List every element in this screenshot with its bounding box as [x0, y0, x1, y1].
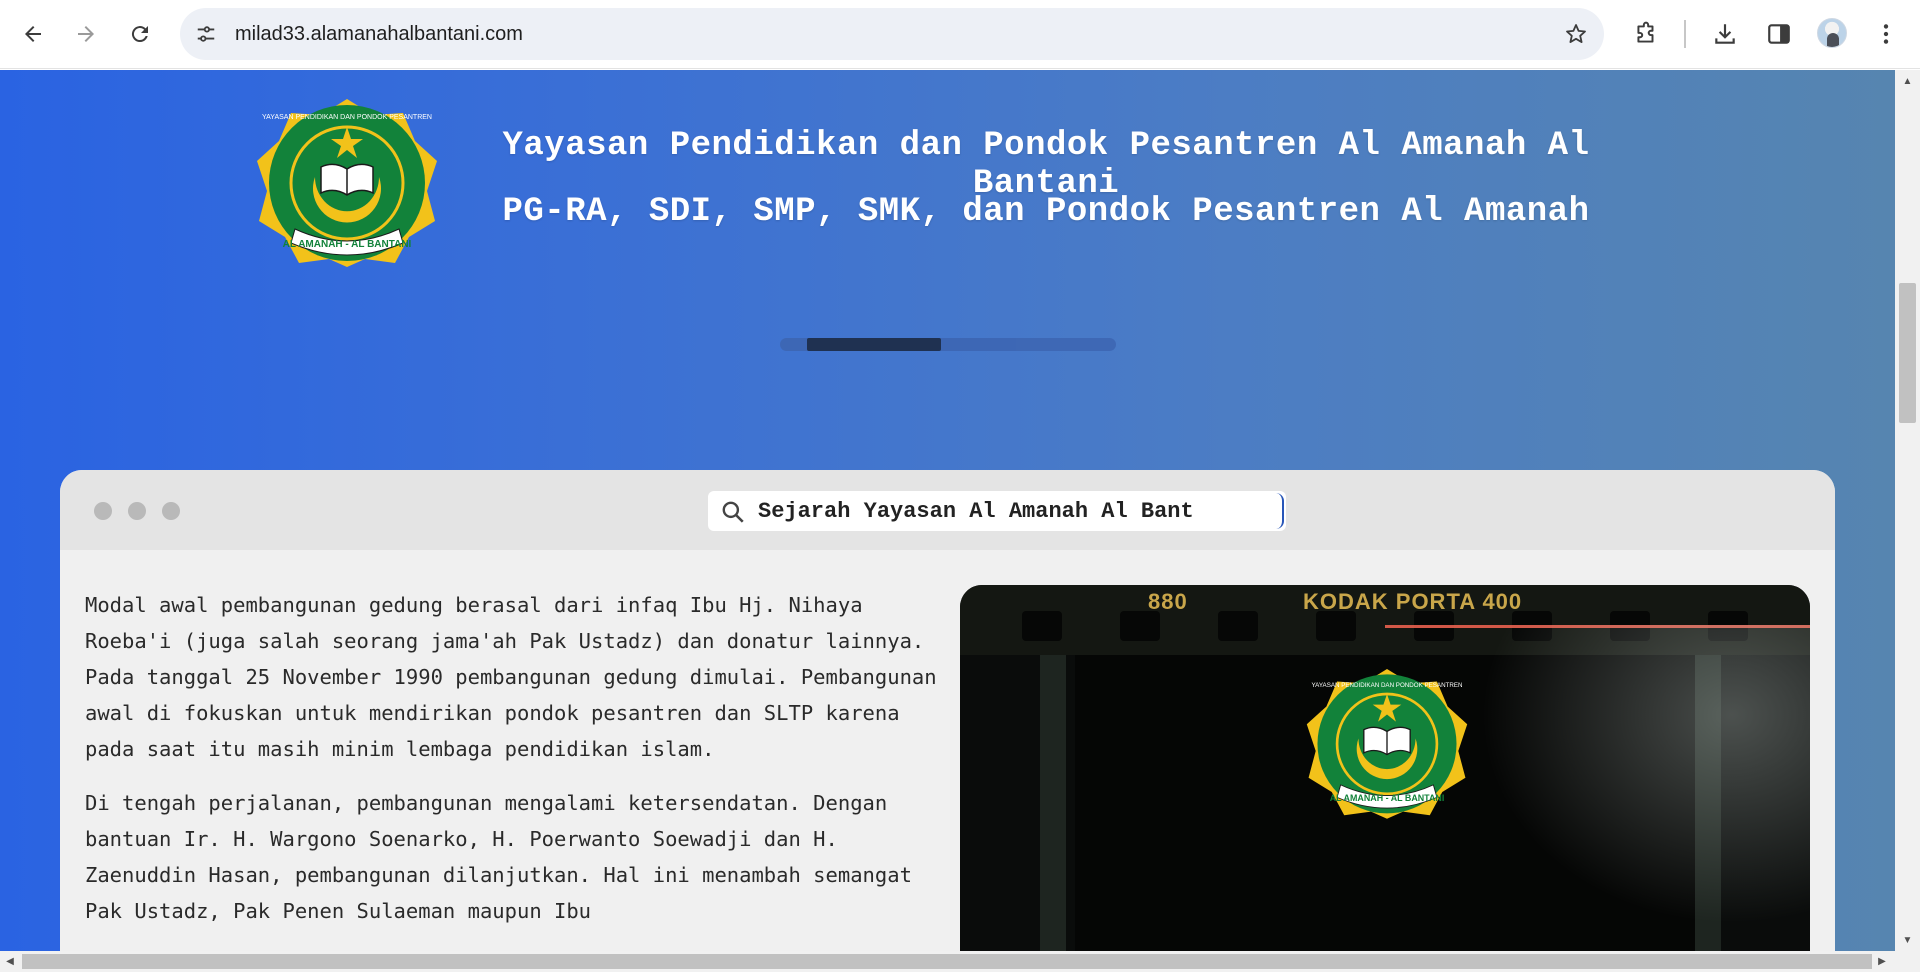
- search-input[interactable]: [758, 491, 1258, 531]
- star-icon[interactable]: [1562, 20, 1590, 48]
- kebab-menu-icon: [1883, 24, 1889, 44]
- url-text[interactable]: milad33.alamanahalbantani.com: [235, 8, 523, 60]
- logo-ring-text: YAYASAN PENDIDIKAN DAN PONDOK PESANTREN: [262, 114, 432, 121]
- download-icon: [1715, 24, 1735, 44]
- back-button[interactable]: [13, 14, 53, 54]
- puzzle-icon: [1637, 21, 1654, 43]
- arrow-right-icon: [78, 26, 94, 42]
- slider-progress-track[interactable]: [780, 338, 1116, 351]
- scroll-down-arrow[interactable]: ▼: [1895, 929, 1920, 951]
- film-hole: [1316, 611, 1356, 641]
- slider-progress-fill: [807, 338, 941, 351]
- browser-toolbar: milad33.alamanahalbantani.com: [0, 0, 1920, 69]
- page-subtitle: PG-RA, SDI, SMP, SMK, dan Pondok Pesantr…: [502, 193, 1590, 231]
- film-hole: [1022, 611, 1062, 641]
- film-photo: 880 KODAK PORTA 400 AL AMANAH - AL BANTA…: [960, 585, 1810, 951]
- vertical-scrollbar[interactable]: ▲ ▼: [1895, 70, 1920, 951]
- extensions-button[interactable]: [1626, 14, 1666, 54]
- film-frame-edge: [1040, 655, 1066, 951]
- search-box[interactable]: [708, 491, 1286, 531]
- film-hole: [1120, 611, 1160, 641]
- horizontal-scroll-thumb[interactable]: [22, 954, 1872, 969]
- page-title: Yayasan Pendidikan dan Pondok Pesantren …: [502, 127, 1590, 203]
- window-dot-close: [94, 502, 112, 520]
- horizontal-scrollbar[interactable]: ◀ ▶: [0, 951, 1920, 972]
- foundation-logo-photo: AL AMANAH - AL BANTANI YAYASAN PENDIDIKA…: [1306, 669, 1468, 819]
- side-panel-button[interactable]: [1759, 14, 1799, 54]
- window-dot-maximize: [162, 502, 180, 520]
- window-title-bar: [60, 470, 1835, 550]
- vertical-scroll-thumb[interactable]: [1899, 283, 1916, 423]
- search-icon: [722, 501, 744, 523]
- logo-ring-text: YAYASAN PENDIDIKAN DAN PONDOK PESANTREN: [1311, 682, 1462, 689]
- scroll-right-arrow[interactable]: ▶: [1872, 951, 1892, 972]
- scroll-up-arrow[interactable]: ▲: [1895, 70, 1920, 92]
- window-dot-minimize: [128, 502, 146, 520]
- scroll-left-arrow[interactable]: ◀: [0, 951, 20, 972]
- forward-button[interactable]: [66, 14, 106, 54]
- foundation-logo: AL AMANAH - AL BANTANI YAYASAN PENDIDIKA…: [257, 99, 437, 267]
- downloads-button[interactable]: [1705, 14, 1745, 54]
- toolbar-divider: [1684, 20, 1686, 48]
- profile-avatar[interactable]: [1817, 18, 1847, 48]
- reload-icon: [131, 26, 148, 43]
- logo-motto-text: AL AMANAH - AL BANTANI: [1330, 793, 1445, 803]
- address-bar[interactable]: milad33.alamanahalbantani.com: [180, 8, 1604, 60]
- tune-icon[interactable]: [192, 20, 220, 48]
- article-paragraph: Di tengah perjalanan, pembangunan mengal…: [85, 791, 912, 923]
- film-hole: [1218, 611, 1258, 641]
- article-paragraph: Modal awal pembangunan gedung berasal da…: [85, 593, 937, 761]
- browser-menu-button[interactable]: [1866, 14, 1906, 54]
- page-viewport: AL AMANAH - AL BANTANI YAYASAN PENDIDIKA…: [0, 70, 1895, 951]
- logo-motto-text: AL AMANAH - AL BANTANI: [283, 239, 412, 250]
- history-article: Modal awal pembangunan gedung berasal da…: [85, 587, 945, 947]
- reload-button[interactable]: [120, 14, 160, 54]
- content-window: Modal awal pembangunan gedung berasal da…: [60, 470, 1835, 951]
- side-panel-icon: [1768, 24, 1790, 44]
- search-caret: [1274, 493, 1284, 529]
- film-glow: [1480, 625, 1810, 925]
- arrow-left-icon: [25, 26, 41, 42]
